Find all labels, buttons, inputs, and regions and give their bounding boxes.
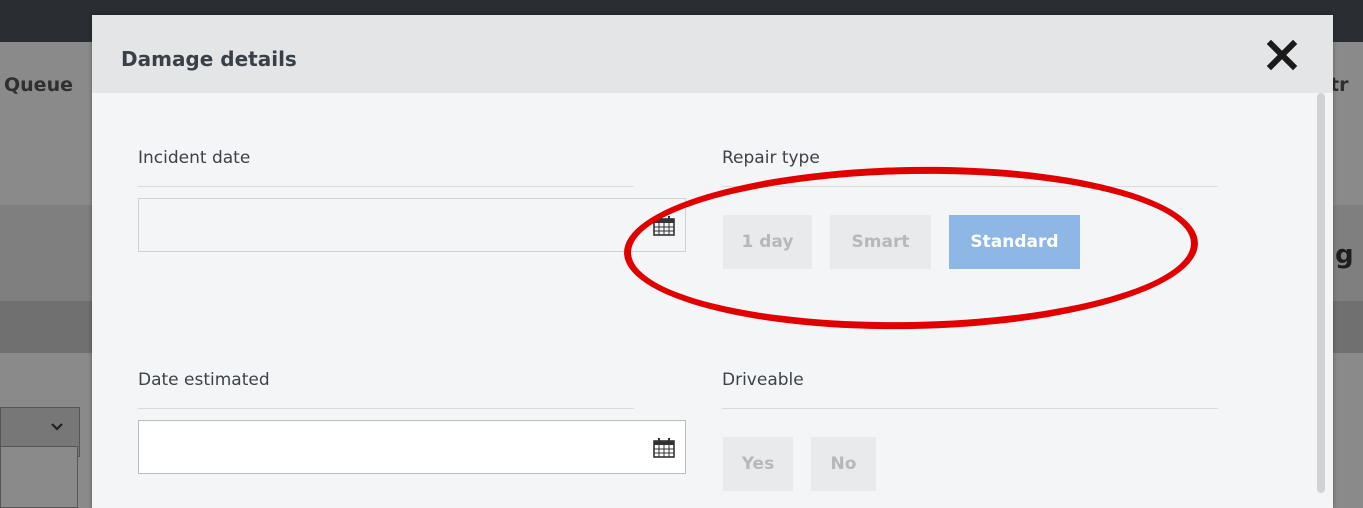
driveable-option-yes[interactable]: Yes bbox=[723, 437, 793, 491]
calendar-icon[interactable] bbox=[653, 438, 675, 458]
repair-type-label: Repair type bbox=[722, 148, 820, 168]
driveable-label: Driveable bbox=[722, 370, 804, 390]
divider bbox=[138, 186, 634, 187]
date-estimated-input[interactable] bbox=[138, 420, 686, 474]
driveable-option-no[interactable]: No bbox=[811, 437, 876, 491]
modal-title: Damage details bbox=[121, 47, 297, 71]
background-input bbox=[0, 446, 78, 508]
modal-scrollbar[interactable] bbox=[1317, 93, 1325, 493]
divider bbox=[138, 408, 634, 409]
date-estimated-label: Date estimated bbox=[138, 370, 270, 390]
background-glyph: g bbox=[1335, 240, 1354, 270]
chevron-down-icon bbox=[50, 420, 63, 440]
modal-header: Damage details bbox=[92, 15, 1333, 93]
incident-date-label: Incident date bbox=[138, 148, 251, 168]
incident-date-input[interactable] bbox=[138, 198, 686, 252]
close-icon[interactable] bbox=[1264, 37, 1300, 73]
divider bbox=[722, 408, 1218, 409]
background-tab-queue: Queue bbox=[4, 74, 73, 96]
